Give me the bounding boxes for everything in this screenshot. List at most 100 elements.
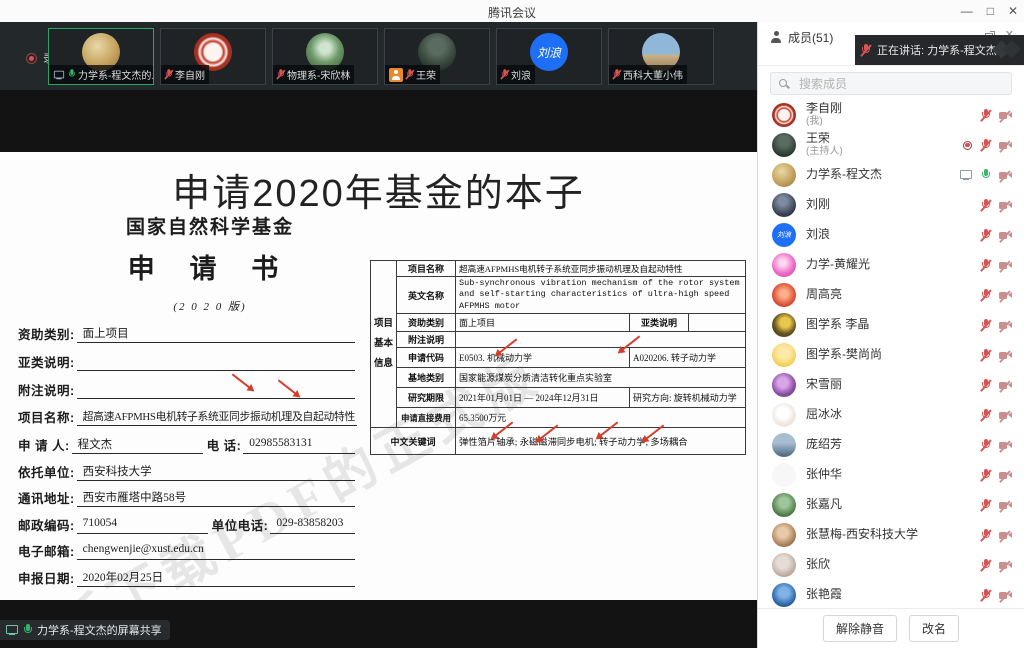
member-row[interactable]: 刘浪 刘浪 xyxy=(758,220,1024,250)
version-label: (2 0 2 0 版) xyxy=(40,298,380,314)
member-row[interactable]: 图学系-樊尚尚 xyxy=(758,340,1024,370)
title-bar: 腾讯会议 — □ ✕ xyxy=(0,0,1024,22)
camera-off-icon xyxy=(999,230,1012,240)
field-value: 程文杰 xyxy=(72,436,203,454)
camera-off-icon xyxy=(999,380,1012,390)
tile-name: 力学系-程文杰的... xyxy=(78,67,153,82)
mic-muted-icon xyxy=(981,259,990,272)
camera-off-icon xyxy=(999,290,1012,300)
mic-muted-icon xyxy=(277,69,284,79)
member-row[interactable]: 王荣 (主持人) xyxy=(758,130,1024,160)
mic-muted-icon xyxy=(981,469,990,482)
minimize-icon[interactable]: — xyxy=(961,0,973,22)
tile-name: 刘浪 xyxy=(511,67,531,82)
member-row[interactable]: 宋雪丽 xyxy=(758,370,1024,400)
screen-share-icon xyxy=(960,170,972,180)
field-row: 亚类说明: xyxy=(18,352,355,371)
avatar xyxy=(772,403,796,427)
recording-icon xyxy=(963,141,972,150)
field-row: 申 请 人: 程文杰 电 话: 02985583131 xyxy=(18,435,355,454)
avatar xyxy=(772,253,796,277)
mic-muted-icon xyxy=(981,499,990,512)
mic-muted-icon xyxy=(406,69,413,79)
camera-off-icon xyxy=(999,410,1012,420)
member-row[interactable]: 刘刚 xyxy=(758,190,1024,220)
field-value: 2020年02月25日 xyxy=(77,569,355,587)
tile-name: 物理系-宋欣林 xyxy=(287,67,350,82)
member-row[interactable]: 周高亮 xyxy=(758,280,1024,310)
camera-off-icon xyxy=(999,170,1012,180)
camera-off-icon xyxy=(999,440,1012,450)
field-value: chengwenjie@xust.edu.cn xyxy=(77,543,355,560)
search-input[interactable] xyxy=(797,76,1003,92)
mic-muted-icon xyxy=(981,439,990,452)
unmute-button[interactable]: 解除静音 xyxy=(823,615,897,642)
member-row[interactable]: 庞绍芳 xyxy=(758,430,1024,460)
avatar: 刘浪 xyxy=(530,33,568,71)
video-tile-chengwenjie[interactable]: 力学系-程文杰的... xyxy=(48,28,154,85)
field-value: 西安市雁塔中路58号 xyxy=(77,489,355,507)
member-row[interactable]: 张仲华 xyxy=(758,460,1024,490)
mic-muted-icon xyxy=(165,69,172,79)
member-row[interactable]: 张嘉凡 xyxy=(758,490,1024,520)
video-tile-dongxiaowei[interactable]: 西科大董小伟 xyxy=(608,28,714,85)
fund-org-title: 国家自然科学基金 xyxy=(40,212,380,239)
avatar xyxy=(772,583,796,607)
video-tile-liulang[interactable]: 刘浪 刘浪 xyxy=(496,28,602,85)
application-title: 申 请 书 xyxy=(40,247,380,286)
mic-muted-icon xyxy=(981,139,990,152)
member-row[interactable]: 屈冰冰 xyxy=(758,400,1024,430)
avatar xyxy=(772,523,796,547)
video-tile-wangrong[interactable]: 王荣 xyxy=(384,28,490,85)
camera-off-icon xyxy=(999,200,1012,210)
member-row[interactable]: 李自刚 (我) xyxy=(758,100,1024,130)
field-row: 依托单位: 西安科技大学 xyxy=(18,462,355,481)
members-count-title: 成员(51) xyxy=(788,29,833,46)
close-icon[interactable]: ✕ xyxy=(1008,0,1018,22)
screen-share-icon xyxy=(6,625,18,635)
video-tile-liziGang[interactable]: 李自刚 xyxy=(160,28,266,85)
field-value: 029-83858203 xyxy=(270,517,355,534)
member-row[interactable]: 力学系-程文杰 xyxy=(758,160,1024,190)
shared-screen-stage: 录制中 力学系-程文杰的... 李自刚 xyxy=(0,22,757,648)
avatar xyxy=(772,553,796,577)
members-list[interactable]: 李自刚 (我) 王荣 (主持人) 力学系-程文杰 xyxy=(758,100,1024,608)
mic-muted-icon xyxy=(981,409,990,422)
field-row: 附注说明: xyxy=(18,380,355,399)
member-search-box[interactable] xyxy=(770,72,1012,95)
member-row[interactable]: 图学系 李晶 xyxy=(758,310,1024,340)
camera-off-icon xyxy=(999,470,1012,480)
member-row[interactable]: 张艳霞 xyxy=(758,580,1024,608)
field-row: 申报日期: 2020年02月25日 xyxy=(18,568,355,587)
document-handwritten-title: 申请2020年基金的本子 xyxy=(0,162,757,217)
rename-button[interactable]: 改名 xyxy=(909,615,959,642)
host-badge-icon xyxy=(389,68,403,82)
field-value: 710054 xyxy=(77,517,208,534)
speaking-toast-text: 正在讲话: 力学系-程文杰: xyxy=(877,42,1000,58)
window-title: 腾讯会议 xyxy=(0,4,1024,21)
mic-muted-icon xyxy=(981,199,990,212)
camera-off-icon xyxy=(999,590,1012,600)
camera-off-icon xyxy=(999,140,1012,150)
video-strip: 录制中 力学系-程文杰的... 李自刚 xyxy=(0,22,757,90)
member-row[interactable]: 张慧梅-西安科技大学 xyxy=(758,520,1024,550)
tile-name: 王荣 xyxy=(416,67,436,82)
member-row[interactable]: 张欣 xyxy=(758,550,1024,580)
field-row: 电子邮箱: chengwenjie@xust.edu.cn xyxy=(18,541,355,560)
mic-muted-icon xyxy=(981,589,990,602)
mic-muted-icon xyxy=(981,379,990,392)
member-row[interactable]: 力学-黄耀光 xyxy=(758,250,1024,280)
avatar xyxy=(772,343,796,367)
video-tile-songxinlin[interactable]: 物理系-宋欣林 xyxy=(272,28,378,85)
camera-off-icon xyxy=(999,350,1012,360)
avatar xyxy=(772,313,796,337)
mic-muted-icon xyxy=(613,69,620,79)
field-value: 02985583131 xyxy=(243,437,355,454)
share-bar-label: 力学系-程文杰的屏幕共享 xyxy=(37,622,162,638)
members-panel: 成员(51) ✕ 李自刚 (我) 王荣 xyxy=(757,22,1024,648)
mic-muted-icon xyxy=(981,229,990,242)
maximize-icon[interactable]: □ xyxy=(987,0,994,22)
camera-off-icon xyxy=(999,110,1012,120)
field-value: 西安科技大学 xyxy=(77,463,355,481)
search-icon xyxy=(779,78,791,90)
